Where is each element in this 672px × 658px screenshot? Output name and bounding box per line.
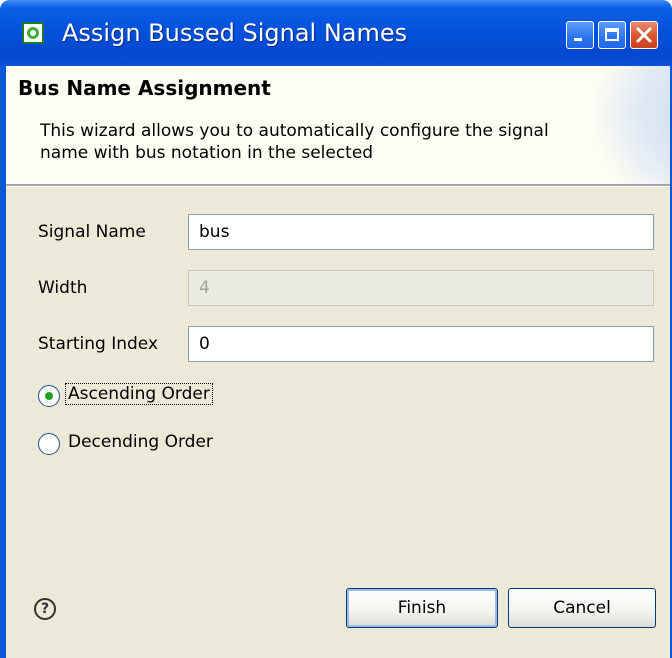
close-icon[interactable] [630,21,658,49]
banner-description: This wizard allows you to automatically … [40,121,549,163]
dialog-content: Bus Name Assignment This wizard allows y… [6,66,670,658]
radio-button-icon[interactable] [38,385,60,407]
banner-title: Bus Name Assignment [18,76,271,100]
radio-button-icon[interactable] [38,433,60,455]
starting-index-label: Starting Index [38,334,159,354]
app-icon [22,22,44,44]
width-label: Width [38,278,88,298]
starting-index-input[interactable] [188,326,654,362]
title-bar[interactable]: Assign Bussed Signal Names [0,0,672,66]
banner-separator [6,184,670,187]
ascending-order-label[interactable]: Ascending Order [65,383,213,405]
window-title: Assign Bussed Signal Names [62,19,408,47]
descending-order-label[interactable]: Decending Order [66,432,215,452]
signal-name-input[interactable] [188,214,654,250]
cancel-button[interactable]: Cancel [508,588,656,628]
maximize-icon[interactable] [598,21,626,49]
finish-button[interactable]: Finish [346,588,498,628]
dialog-window: Assign Bussed Signal Names Bus Name Assi… [0,0,672,658]
help-icon[interactable]: ? [34,598,56,620]
width-input [188,270,654,306]
signal-name-label: Signal Name [38,222,146,242]
radio-selected-dot [45,392,53,400]
minimize-icon[interactable] [566,21,594,49]
wizard-banner: Bus Name Assignment This wizard allows y… [6,66,670,184]
